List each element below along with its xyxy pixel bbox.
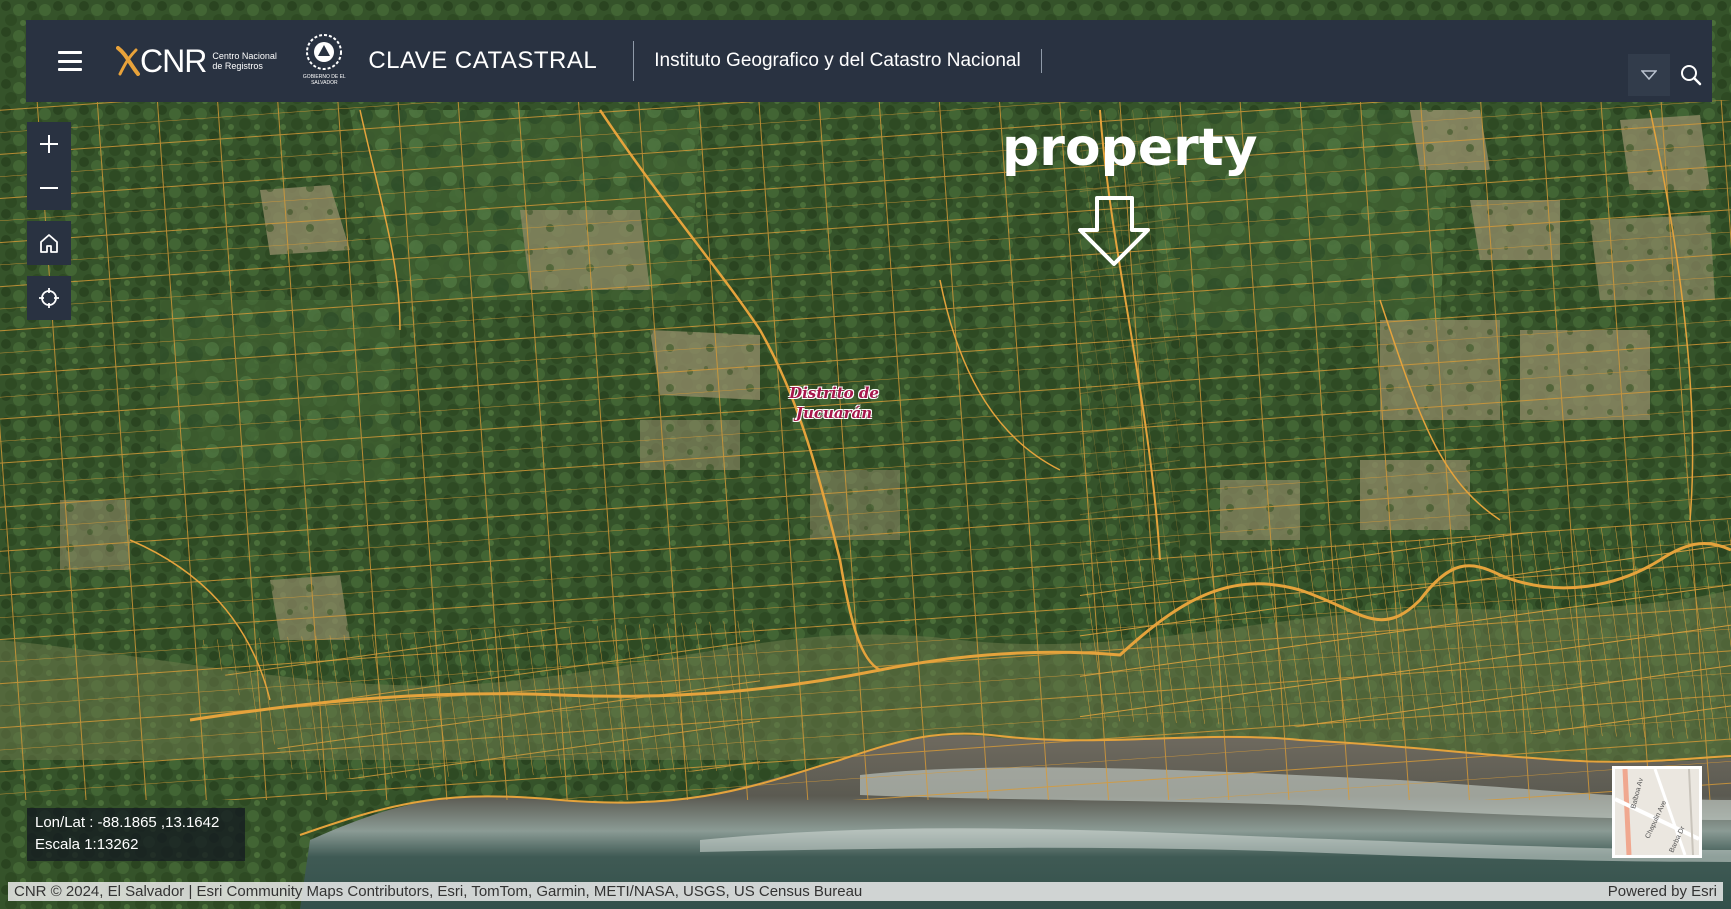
menu-line <box>58 68 82 71</box>
plus-icon <box>40 135 58 153</box>
cnr-x-mark-icon <box>116 46 140 76</box>
satellite-map[interactable] <box>0 0 1731 909</box>
search-button[interactable] <box>1670 54 1712 96</box>
zoom-out-button[interactable] <box>27 166 71 210</box>
cnr-logo-subtitle: Centro Nacional de Registros <box>212 51 277 71</box>
home-icon <box>40 234 58 253</box>
overview-map[interactable]: Balboa Av Chapulin Ave Barba Dr <box>1612 766 1702 858</box>
coordinate-readout: Lon/Lat : -88.1865 ,13.1642 Escala 1:132… <box>27 808 245 861</box>
menu-icon[interactable] <box>54 45 86 77</box>
attribution-text: CNR © 2024, El Salvador | Esri Community… <box>14 883 863 900</box>
home-button[interactable] <box>27 221 71 265</box>
home-control <box>27 221 71 265</box>
district-label: Distrito de Jucuarán <box>786 383 882 423</box>
search-options-dropdown[interactable] <box>1628 54 1670 96</box>
district-label-line2: Jucuarán <box>795 404 873 422</box>
district-label-line1: Distrito de <box>789 384 879 402</box>
locate-control <box>27 276 71 320</box>
seal-caption: GOBIERNO DE EL SALVADOR <box>302 74 346 86</box>
institute-name: Instituto Geografico y del Catastro Naci… <box>654 50 1021 71</box>
locate-button[interactable] <box>27 276 71 320</box>
scale-text: Escala 1:13262 <box>35 836 139 853</box>
menu-line <box>58 59 82 63</box>
app-header: CNR Centro Nacional de Registros GOBIERN… <box>26 20 1712 102</box>
zoom-in-button[interactable] <box>27 122 71 166</box>
cnr-logo-text: CNR <box>140 42 207 79</box>
header-actions <box>1628 54 1712 96</box>
powered-by-link[interactable]: Powered by Esri <box>1608 882 1717 901</box>
menu-line <box>58 51 82 54</box>
chevron-down-icon <box>1641 70 1657 80</box>
property-annotation: property <box>1002 118 1258 178</box>
crosshair-icon <box>39 288 59 308</box>
search-icon <box>1681 65 1702 86</box>
zoom-controls <box>27 122 71 210</box>
seal-icon <box>306 34 343 70</box>
government-seal: GOBIERNO DE EL SALVADOR <box>302 32 346 90</box>
header-divider <box>633 41 635 81</box>
overview-map-canvas: Balboa Av Chapulin Ave Barba Dr <box>1615 769 1699 855</box>
app-title: CLAVE CATASTRAL <box>368 47 598 74</box>
attribution-bar: CNR © 2024, El Salvador | Esri Community… <box>8 882 1723 901</box>
minus-icon <box>40 187 58 189</box>
lonlat-text: Lon/Lat : -88.1865 ,13.1642 <box>35 814 220 831</box>
header-divider <box>1040 49 1042 73</box>
cnr-logo: CNR Centro Nacional de Registros <box>116 43 288 80</box>
